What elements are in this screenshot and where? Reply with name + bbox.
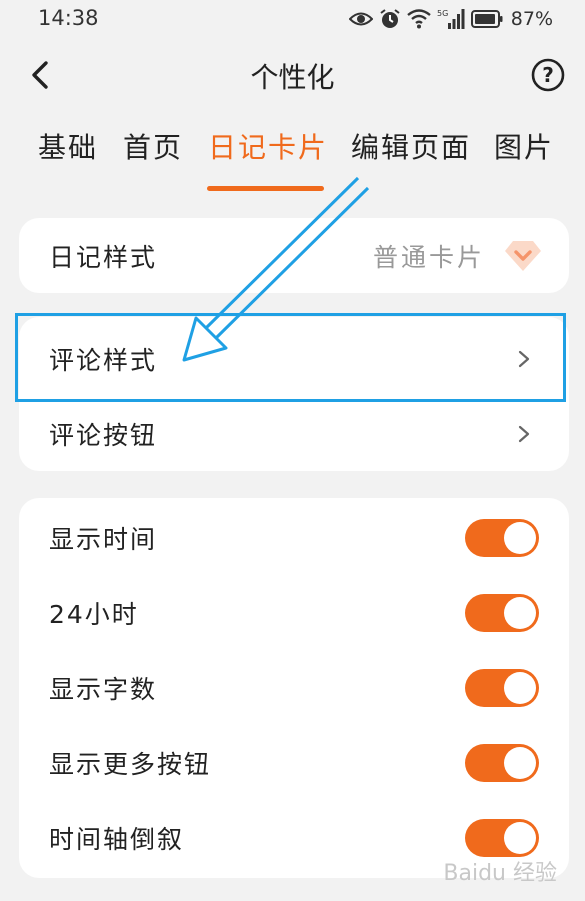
24-hour-toggle[interactable] [465,594,539,632]
show-time-toggle[interactable] [465,519,539,557]
toggle-knob [504,597,536,629]
screen: 14:38 5G 87% 个性化 ? 基础 首页 日记卡片 编辑页面 图片 日记… [0,0,585,901]
help-glyph: ? [542,63,554,87]
wifi-icon [407,9,431,29]
comment-button-row[interactable]: 评论按钮 [19,397,569,471]
tab-bar: 基础 首页 日记卡片 编辑页面 图片 [0,126,585,196]
status-time: 14:38 [38,6,99,30]
word-count-toggle[interactable] [465,669,539,707]
diary-style-value: 普通卡片 [372,242,485,272]
tab-home[interactable]: 首页 [123,126,183,166]
battery-icon [470,10,503,28]
status-bar: 14:38 5G 87% [0,0,585,38]
tab-basic[interactable]: 基础 [38,126,98,166]
toggle-row-word-count: 显示字数 [19,650,569,726]
tab-images[interactable]: 图片 [494,126,554,166]
toggle-knob [504,522,536,554]
header: 个性化 ? [0,48,585,102]
alarm-icon [380,9,400,28]
toggle-row-show-time: 显示时间 [19,500,569,576]
page-title: 个性化 [250,61,335,94]
annotation-highlight-box [15,313,566,402]
chevron-right-icon [518,425,530,443]
toggle-row-24-hour: 24小时 [19,575,569,651]
display-options-card: 显示时间 24小时 显示字数 显示更多按钮 时间轴倒叙 [19,498,569,878]
toggle-knob [504,672,536,704]
more-button-label: 显示更多按钮 [49,750,212,779]
tab-diary-card[interactable]: 日记卡片 [208,126,328,166]
active-tab-indicator [207,186,324,191]
diary-style-label: 日记样式 [49,242,158,272]
toggle-knob [504,747,536,779]
more-button-toggle[interactable] [465,744,539,782]
status-icons: 5G 87% [348,6,553,32]
watermark: Baidu 经验 [443,861,557,886]
timeline-reverse-label: 时间轴倒叙 [49,825,185,854]
24-hour-label: 24小时 [49,600,139,629]
signal-icon: 5G [437,9,465,29]
diary-style-row[interactable]: 日记样式 普通卡片 [19,218,569,293]
tab-edit-page[interactable]: 编辑页面 [351,126,471,166]
toggle-knob [504,822,536,854]
eye-icon [348,12,373,26]
diary-style-card: 日记样式 普通卡片 [19,218,569,293]
show-time-label: 显示时间 [49,525,158,554]
toggle-row-more-button: 显示更多按钮 [19,725,569,801]
word-count-label: 显示字数 [49,675,158,704]
timeline-reverse-toggle[interactable] [465,819,539,857]
network-type: 5G [437,9,448,18]
help-icon[interactable]: ? [531,58,565,92]
battery-percentage: 87% [510,8,553,30]
comment-button-label: 评论按钮 [49,421,158,450]
vip-diamond-icon [505,240,541,271]
